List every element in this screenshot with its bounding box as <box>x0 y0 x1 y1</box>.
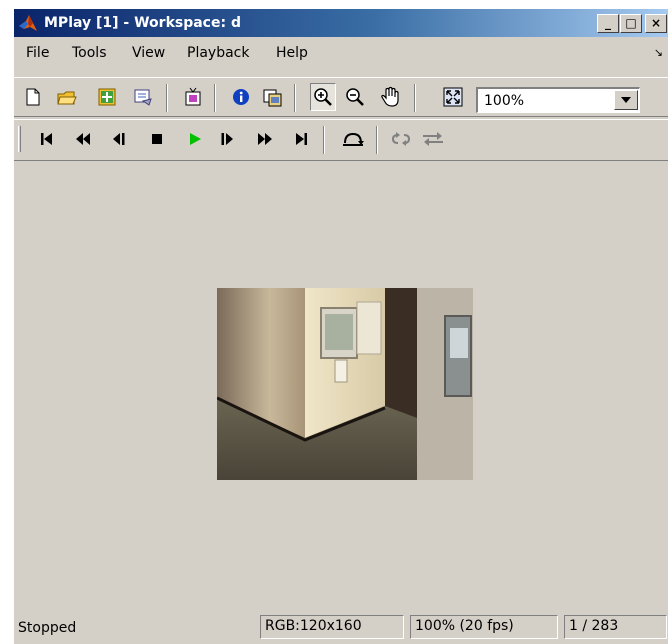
video-viewport[interactable] <box>14 161 668 611</box>
go-to-end-icon[interactable] <box>288 125 314 153</box>
menu-file[interactable]: File <box>26 44 49 62</box>
matlab-logo-icon <box>18 13 38 33</box>
zoom-out-icon[interactable] <box>342 83 368 111</box>
frame-counter: 1 / 283 <box>564 615 667 639</box>
mplay-window: MPlay [1] - Workspace: d _ □ × File Tool… <box>13 9 668 644</box>
menu-playback[interactable]: Playback <box>187 44 249 62</box>
maximize-button[interactable]: □ <box>620 14 642 33</box>
import-icon[interactable] <box>94 83 120 111</box>
main-toolbar: 100% <box>14 77 668 117</box>
step-forward-icon[interactable] <box>214 125 240 153</box>
rewind-icon[interactable] <box>70 125 96 153</box>
toolbar-separator <box>414 84 416 112</box>
new-file-icon[interactable] <box>20 83 46 111</box>
toolbar-grip[interactable] <box>18 126 21 152</box>
open-folder-icon[interactable] <box>54 83 80 111</box>
toolbar-separator <box>166 84 168 112</box>
toolbar-separator <box>214 84 216 112</box>
video-frame <box>217 288 473 480</box>
fast-forward-icon[interactable] <box>252 125 278 153</box>
jump-to-icon[interactable] <box>340 125 366 153</box>
copy-frame-icon[interactable] <box>260 83 286 111</box>
zoom-and-frame-rate: 100% (20 fps) <box>410 615 558 639</box>
connect-source-icon[interactable] <box>180 83 206 111</box>
export-icon[interactable] <box>130 83 156 111</box>
pan-hand-icon[interactable] <box>378 83 404 111</box>
playback-toolbar <box>14 119 668 161</box>
window-title: MPlay [1] - Workspace: d <box>44 15 241 31</box>
menu-tools[interactable]: Tools <box>72 44 107 62</box>
loop-icon[interactable] <box>388 125 414 153</box>
dock-arrow-icon[interactable]: ↘ <box>654 46 663 59</box>
step-back-icon[interactable] <box>106 125 132 153</box>
close-button[interactable]: × <box>645 14 667 33</box>
fit-to-window-icon[interactable] <box>440 83 466 111</box>
menu-bar: File Tools View Playback Help ↘ <box>14 38 668 66</box>
stop-icon[interactable] <box>144 125 170 153</box>
toolbar-separator <box>376 126 378 154</box>
playback-state: Stopped <box>18 620 77 636</box>
zoom-level-value: 100% <box>484 93 525 109</box>
dropdown-arrow-icon[interactable] <box>614 90 638 110</box>
go-to-start-icon[interactable] <box>34 125 60 153</box>
menu-view[interactable]: View <box>132 44 165 62</box>
title-bar[interactable]: MPlay [1] - Workspace: d _ □ × <box>14 9 668 37</box>
autoreverse-icon[interactable] <box>420 125 446 153</box>
minimize-button[interactable]: _ <box>597 14 619 33</box>
status-bar: Stopped RGB:120x160 100% (20 fps) 1 / 28… <box>14 611 668 644</box>
toolbar-separator <box>294 84 296 112</box>
toolbar-separator <box>323 126 325 154</box>
zoom-level-select[interactable]: 100% <box>476 87 640 113</box>
video-format: RGB:120x160 <box>260 615 404 639</box>
play-icon[interactable] <box>182 125 208 153</box>
menu-help[interactable]: Help <box>276 44 308 62</box>
info-icon[interactable] <box>228 83 254 111</box>
zoom-in-icon[interactable] <box>310 83 336 111</box>
